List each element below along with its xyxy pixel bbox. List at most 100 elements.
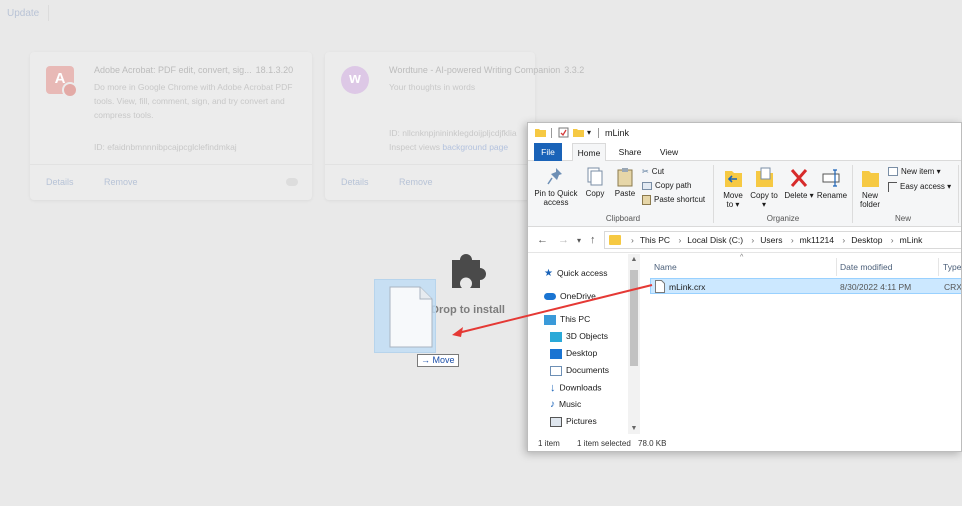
breadcrumb-this-pc[interactable]: This PC (640, 235, 670, 245)
paste-shortcut-icon (642, 195, 651, 205)
breadcrumb-separator: › (631, 235, 634, 245)
move-to-button[interactable]: Move to ▾ (719, 167, 747, 209)
paste-shortcut-label: Paste shortcut (654, 195, 706, 205)
copy-button[interactable]: Copy (582, 167, 608, 198)
rename-button[interactable]: Rename (816, 167, 848, 200)
nav-item-documents[interactable]: Documents (550, 365, 609, 376)
extension-id-text: ID: nllcnknpjnininklegdoijpljcdjfklia (389, 128, 517, 138)
tab-view[interactable]: View (654, 143, 684, 161)
nav-item-this-pc[interactable]: This PC (544, 314, 590, 325)
nav-item-downloads[interactable]: ↓ Downloads (550, 382, 602, 394)
computer-icon (544, 314, 556, 325)
remove-button[interactable]: Remove (399, 177, 433, 187)
easy-access-button[interactable]: Easy access ▾ (888, 182, 951, 192)
acrobat-icon: A (46, 66, 78, 98)
background-page-link[interactable]: background page (442, 142, 508, 152)
tab-share[interactable]: Share (614, 143, 646, 161)
new-group-label: New (894, 214, 911, 223)
easy-access-label: Easy access ▾ (900, 182, 952, 192)
breadcrumb-users[interactable]: Users (760, 235, 782, 245)
update-button[interactable]: Update (7, 8, 39, 19)
selection-count: 1 item selected (577, 439, 631, 448)
acrobat-glyph-icon: A (54, 70, 66, 87)
nav-scrollbar[interactable]: ▲ ▼ (628, 254, 640, 434)
breadcrumb-local-disk[interactable]: Local Disk (C:) (687, 235, 743, 245)
copy-path-icon (642, 181, 652, 190)
pin-to-quick-access-button[interactable]: Pin to Quick access (532, 167, 580, 207)
group-separator (713, 165, 714, 223)
nav-item-music[interactable]: ♪ Music (550, 399, 581, 410)
copy-to-button[interactable]: Copy to ▾ (750, 167, 778, 209)
extension-title: Adobe Acrobat: PDF edit, convert, sig... (94, 65, 252, 75)
extension-card-wordtune: w Wordtune - AI-powered Writing Companio… (325, 52, 584, 200)
scroll-down-icon[interactable]: ▼ (628, 425, 640, 432)
puzzle-piece-icon (452, 254, 486, 288)
column-header-type[interactable]: Type (943, 262, 961, 272)
cloud-icon (544, 293, 556, 301)
inspect-views-label: Inspect views (389, 142, 441, 152)
enable-toggle[interactable] (286, 178, 298, 186)
cut-button[interactable]: ✂ Cut (642, 167, 664, 176)
nav-item-onedrive[interactable]: OneDrive (544, 291, 596, 301)
breadcrumb-mlink[interactable]: mLink (900, 235, 923, 245)
nav-label: Music (559, 399, 582, 409)
recent-locations-chevron-icon[interactable]: ▾ (577, 236, 581, 245)
extension-id: ID: nllcnknpjnininklegdoijpljcdjfklia In… (389, 126, 529, 154)
breadcrumb-separator: › (678, 235, 682, 245)
customize-dropdown-icon[interactable]: ▾ (587, 128, 598, 139)
nav-item-pictures[interactable]: Pictures (550, 416, 597, 427)
copy-path-button[interactable]: Copy path (642, 181, 691, 190)
card-footer: Details Remove (325, 164, 535, 200)
navigation-pane: ★ Quick access OneDrive This PC 3D Object… (528, 254, 640, 434)
forward-arrow-icon[interactable]: → (558, 234, 569, 246)
nav-label: Documents (566, 365, 609, 375)
remove-button[interactable]: Remove (104, 177, 138, 187)
extension-card-acrobat: A Adobe Acrobat: PDF edit, convert, sig.… (30, 52, 312, 200)
file-document-icon (389, 286, 433, 348)
table-row[interactable]: mLink.crx 8/30/2022 4:11 PM CRX (650, 278, 961, 294)
nav-item-3d-objects[interactable]: 3D Objects (550, 331, 608, 342)
delete-x-icon (790, 169, 808, 187)
delete-label: Delete ▾ (784, 191, 814, 200)
up-arrow-icon[interactable]: ↑ (590, 234, 596, 246)
column-header-date[interactable]: Date modified (840, 262, 892, 272)
clipboard-group-label: Clipboard (605, 214, 641, 223)
paste-label: Paste (614, 189, 636, 198)
nav-item-quick-access[interactable]: ★ Quick access (544, 268, 608, 279)
column-separator[interactable] (938, 258, 939, 276)
toolbar-divider (48, 5, 49, 21)
column-separator[interactable] (836, 258, 837, 276)
nav-label: OneDrive (560, 291, 596, 301)
properties-icon[interactable] (558, 127, 569, 138)
new-folder-icon[interactable] (573, 127, 584, 138)
details-button[interactable]: Details (46, 177, 74, 187)
document-icon (550, 365, 562, 376)
copy-to-icon (756, 167, 773, 187)
title-bar: ▾ mLink (528, 123, 961, 143)
scroll-thumb[interactable] (630, 270, 638, 366)
paste-button[interactable]: Paste (611, 167, 639, 198)
tab-home[interactable]: Home (572, 143, 606, 162)
column-header-name[interactable]: Name (654, 262, 677, 272)
paste-shortcut-button[interactable]: Paste shortcut (642, 195, 705, 205)
breadcrumb-separator: › (751, 235, 755, 245)
details-button[interactable]: Details (341, 177, 369, 187)
tab-file[interactable]: File (534, 143, 562, 161)
new-folder-button[interactable]: New folder (856, 167, 884, 209)
nav-label: Quick access (556, 268, 608, 278)
file-icon (655, 280, 665, 293)
extension-title: Wordtune - AI-powered Writing Companion (389, 65, 561, 75)
move-tooltip: → Move (417, 354, 459, 367)
back-arrow-icon[interactable]: ← (537, 234, 548, 246)
move-to-label: Move to ▾ (723, 191, 743, 209)
address-input[interactable]: › This PC › Local Disk (C:) › Users › mk1121… (604, 231, 961, 249)
download-arrow-icon: ↓ (550, 382, 556, 394)
delete-button[interactable]: Delete ▾ (784, 167, 814, 200)
new-item-button[interactable]: New item ▾ (888, 167, 941, 177)
breadcrumb-desktop[interactable]: Desktop (851, 235, 882, 245)
scroll-up-icon[interactable]: ▲ (628, 256, 640, 263)
nav-item-desktop[interactable]: Desktop (550, 348, 597, 359)
pin-label: Pin to Quick access (534, 189, 578, 207)
extension-version: 18.1.3.20 (255, 65, 294, 75)
breadcrumb-user[interactable]: mk11214 (800, 235, 834, 245)
